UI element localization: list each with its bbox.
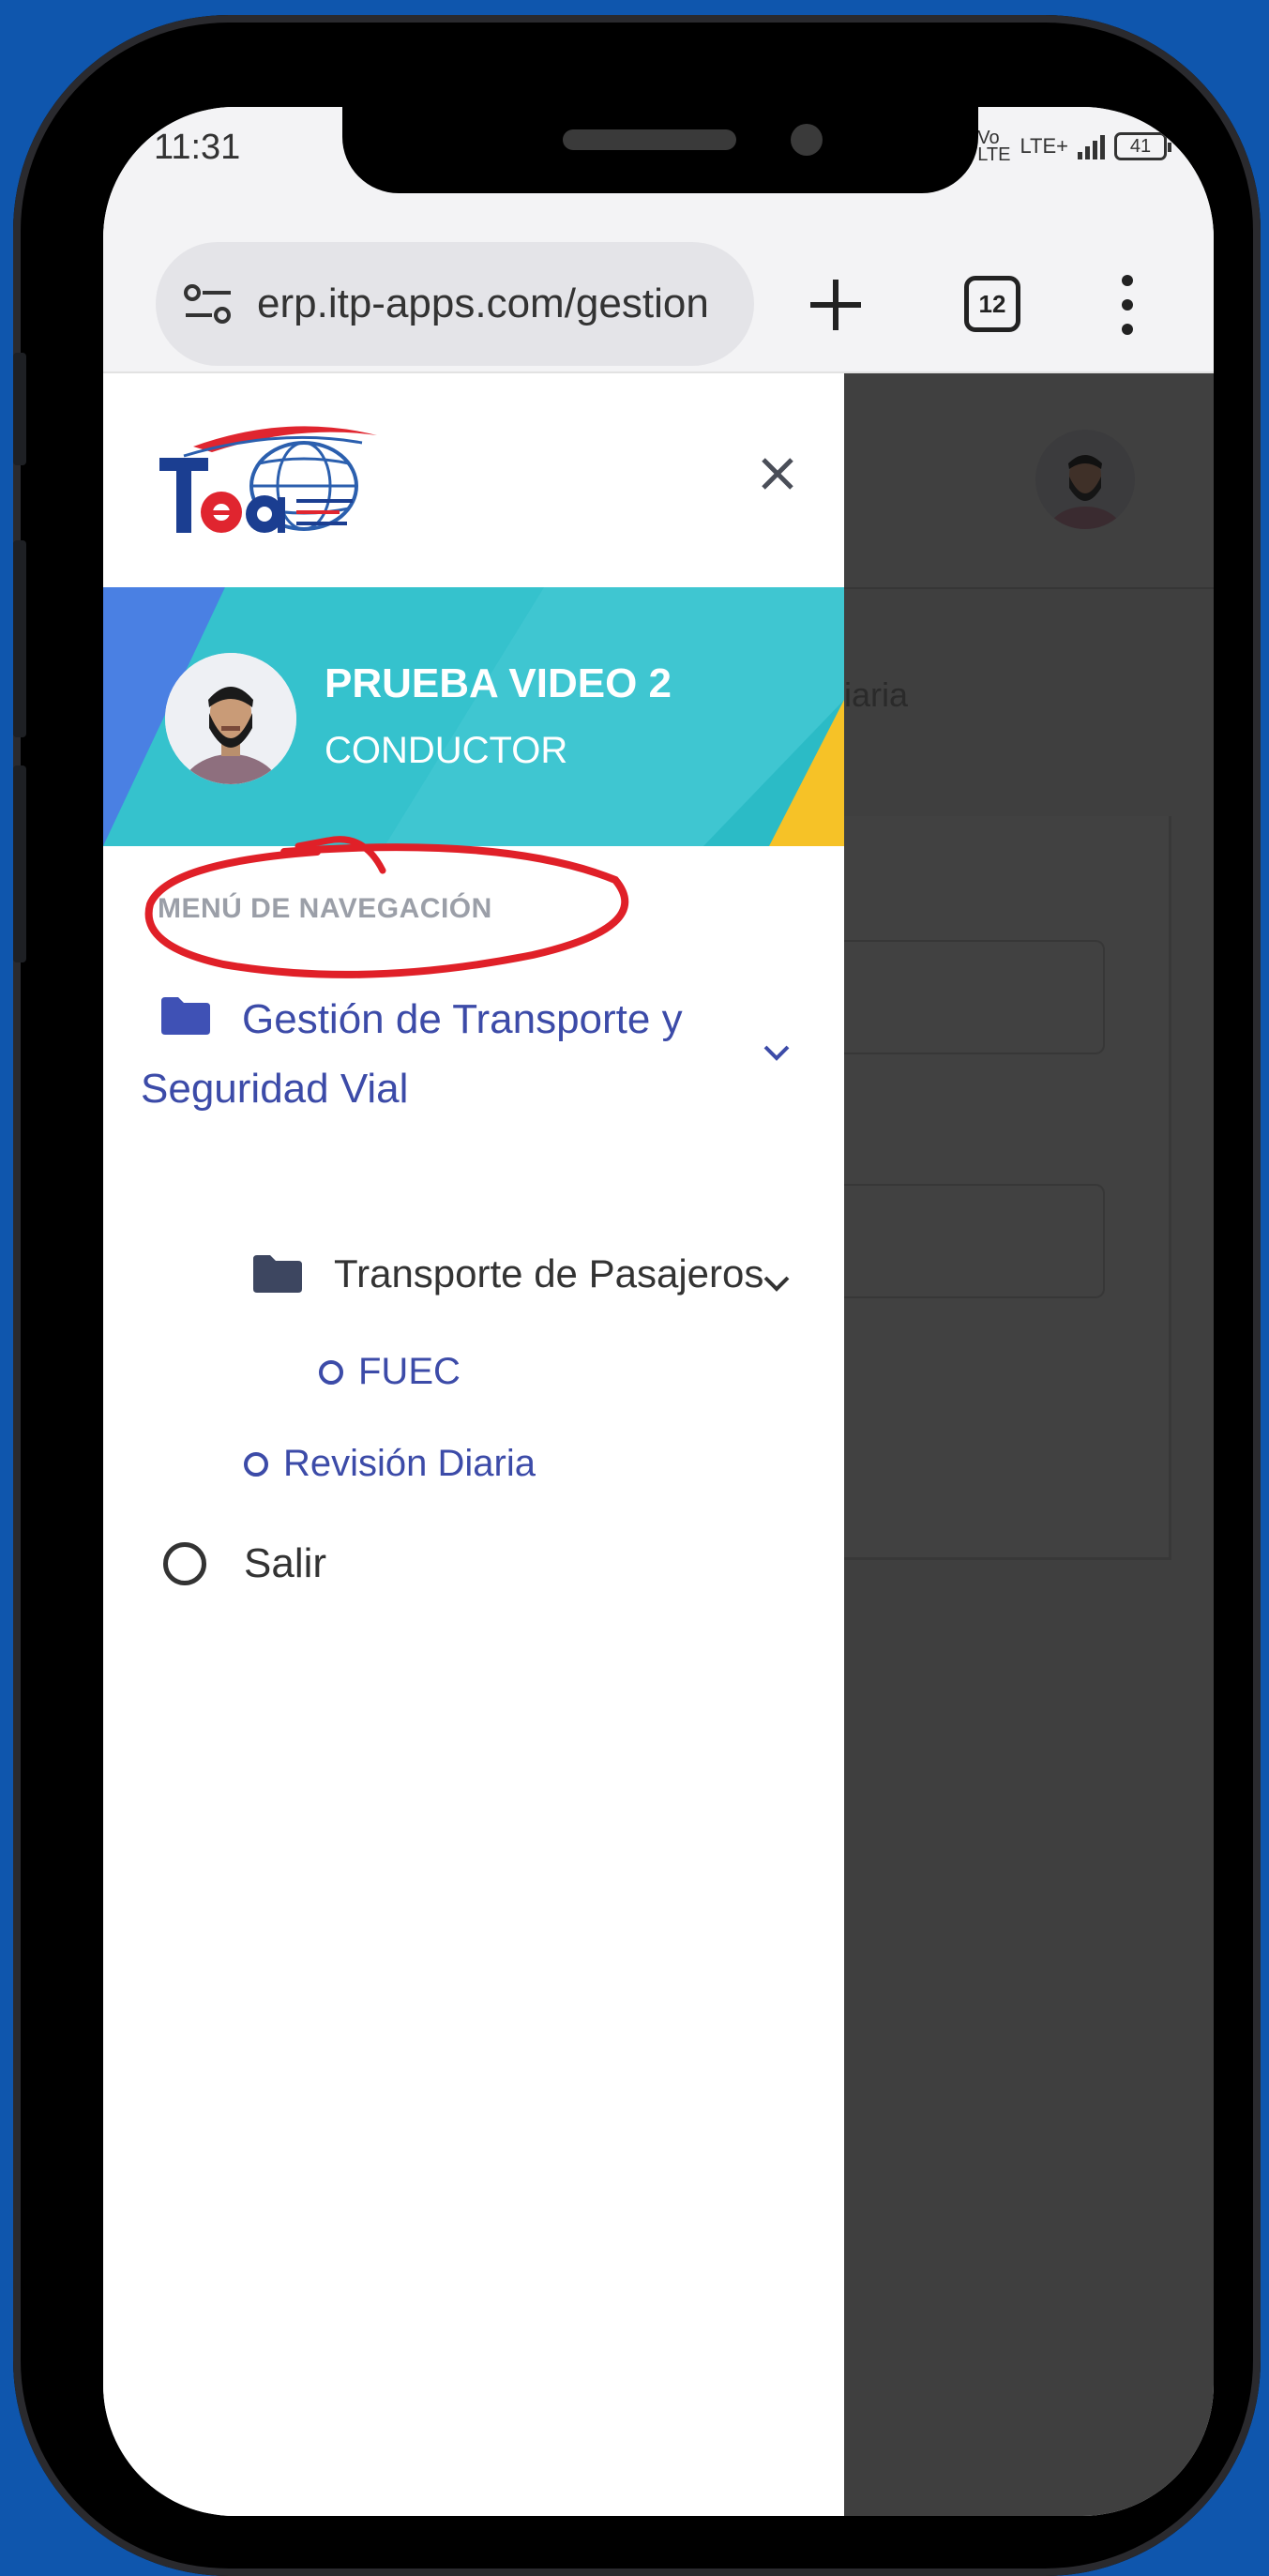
nav-subgroup-label[interactable]: Transporte de Pasajeros (334, 1251, 763, 1296)
company-logo (159, 426, 377, 533)
network-type: LTE+ (1020, 134, 1068, 158)
background-input (844, 940, 1105, 1054)
folder-icon (161, 997, 210, 1036)
profile-banner: PRUEBA VIDEO 2 CONDUCTOR (103, 587, 844, 846)
nav-item-salir[interactable]: Salir (163, 1540, 326, 1587)
battery-icon: 41 (1114, 132, 1171, 160)
phone-frame: 11:31 Vo LTE LTE+ 41 erp.itp-apps.com/ge… (13, 15, 1261, 2576)
close-icon[interactable] (754, 450, 801, 497)
circle-icon (244, 1451, 268, 1477)
user-avatar-icon (1048, 455, 1123, 529)
side-button (13, 353, 26, 465)
address-bar[interactable]: erp.itp-apps.com/gestion (156, 242, 754, 366)
nav-group-transport[interactable]: Gestión de Transporte y Seguridad Vial (141, 985, 797, 1124)
background-input (844, 1184, 1105, 1298)
nav-section-header: MENÚ DE NAVEGACIÓN (158, 893, 492, 924)
browser-toolbar: erp.itp-apps.com/gestion 12 (103, 220, 1214, 373)
chevron-down-icon[interactable] (760, 1272, 793, 1295)
circle-icon (163, 1542, 206, 1585)
tab-count: 12 (978, 289, 1006, 318)
nav-item-label[interactable]: Salir (244, 1540, 326, 1587)
url-text[interactable]: erp.itp-apps.com/gestion (257, 280, 709, 327)
signal-icon (1078, 133, 1105, 159)
profile-name: PRUEBA VIDEO 2 (325, 660, 672, 706)
nav-subgroup-passengers[interactable]: Transporte de Pasajeros (253, 1251, 763, 1296)
background-page-overlay[interactable]: iaria (844, 373, 1214, 2516)
nav-item-revision-diaria[interactable]: Revisión Diaria (244, 1443, 536, 1485)
avatar (165, 653, 296, 784)
front-camera (791, 124, 823, 156)
tab-switcher-button[interactable]: 12 (964, 276, 1020, 332)
speaker (563, 129, 736, 150)
chevron-down-icon[interactable] (760, 1041, 793, 1064)
nav-item-fuec[interactable]: FUEC (319, 1351, 461, 1393)
background-header (844, 373, 1214, 589)
side-button (13, 540, 26, 737)
site-settings-icon[interactable] (182, 280, 234, 327)
side-button (13, 765, 26, 962)
circle-icon (319, 1359, 343, 1385)
battery-level: 41 (1129, 135, 1152, 157)
background-card (844, 816, 1171, 1560)
nav-item-label[interactable]: Revisión Diaria (283, 1443, 536, 1485)
volte-indicator: Vo LTE (977, 128, 1011, 165)
camera-notch (342, 107, 978, 193)
profile-role: CONDUCTOR (325, 730, 568, 771)
folder-icon (253, 1255, 302, 1293)
nav-group-label[interactable]: Gestión de Transporte y Seguridad Vial (141, 996, 683, 1112)
user-avatar-icon (165, 653, 296, 784)
status-time: 11:31 (154, 128, 241, 167)
nav-item-label[interactable]: FUEC (358, 1351, 461, 1393)
navigation-drawer: PRUEBA VIDEO 2 CONDUCTOR MENÚ DE NAVEGAC… (103, 373, 844, 2516)
phone-screen: 11:31 Vo LTE LTE+ 41 erp.itp-apps.com/ge… (103, 107, 1214, 2516)
background-title: iaria (844, 675, 909, 714)
plus-icon[interactable] (801, 270, 870, 340)
system-icons: Vo LTE LTE+ 41 (977, 128, 1171, 165)
background-avatar (1035, 430, 1135, 529)
more-options-icon[interactable] (1112, 272, 1142, 338)
